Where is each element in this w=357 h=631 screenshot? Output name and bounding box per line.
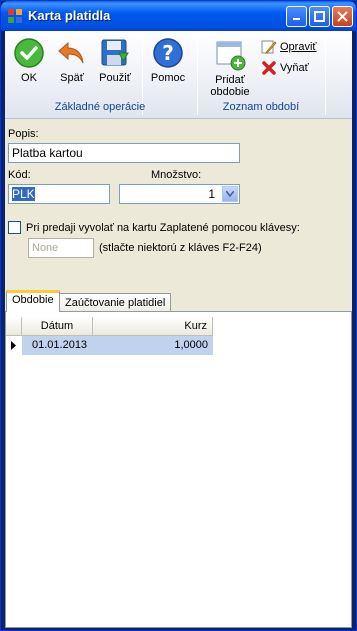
- ok-button[interactable]: OK: [11, 37, 47, 84]
- column-header-kurz[interactable]: Kurz: [93, 317, 213, 336]
- svg-text:?: ?: [162, 41, 174, 65]
- remove-button[interactable]: Vyňať: [261, 60, 309, 76]
- popis-label: Popis:: [8, 128, 39, 140]
- window-content: OK Späť Použiť ? Pomoc Základné operácie…: [5, 31, 352, 628]
- column-header-datum[interactable]: Dátum: [22, 317, 93, 336]
- title-bar[interactable]: Karta platidla: [1, 1, 356, 31]
- period-list-group-label: Zoznam období: [222, 101, 300, 113]
- undo-arrow-icon: [58, 41, 84, 64]
- current-row-arrow-icon: [11, 341, 16, 350]
- remove-label: Vyňať: [280, 62, 309, 74]
- add-period-button[interactable]: Pridať obdobie: [206, 39, 254, 98]
- cell-datum[interactable]: 01.01.2013: [22, 336, 93, 355]
- popis-input[interactable]: Platba kartou: [8, 143, 240, 163]
- back-button[interactable]: Späť: [53, 37, 91, 84]
- save-icon: [101, 39, 129, 66]
- tab-obdobie[interactable]: Obdobie: [6, 290, 60, 312]
- grid-row-header-corner: [6, 317, 22, 336]
- edit-pencil-icon: [261, 40, 277, 54]
- kod-input[interactable]: PLK: [8, 184, 110, 204]
- edit-label: Opraviť: [280, 41, 317, 53]
- help-icon: ?: [153, 38, 183, 68]
- hotkey-checkbox-label: Pri predaji vyvolať na kartu Zaplatené p…: [26, 222, 300, 234]
- hotkey-checkbox[interactable]: [8, 221, 21, 234]
- ribbon-separator: [325, 35, 326, 115]
- edit-button[interactable]: Opraviť: [261, 39, 317, 55]
- add-period-icon: [216, 41, 246, 71]
- maximize-button[interactable]: [309, 6, 330, 27]
- chevron-down-icon: [226, 191, 234, 197]
- kod-value: PLK: [12, 187, 35, 201]
- mnozstvo-label: Množstvo:: [151, 169, 202, 181]
- window-title: Karta platidla: [28, 8, 111, 23]
- remove-x-icon: [262, 61, 276, 75]
- help-button[interactable]: ? Pomoc: [148, 37, 188, 84]
- tab-panel-obdobie: Dátum Kurz 01.01.2013 1,0000: [5, 311, 352, 628]
- row-selector[interactable]: [6, 336, 22, 355]
- app-icon: [8, 9, 22, 23]
- ok-label: OK: [21, 72, 37, 84]
- hotkey-input[interactable]: None: [28, 238, 94, 258]
- close-button[interactable]: [332, 6, 353, 27]
- tab-zauctovanie-platidiel[interactable]: Zaúčtovanie platidiel: [59, 293, 172, 313]
- mnozstvo-select[interactable]: 1: [119, 184, 240, 204]
- checkmark-icon: [14, 38, 44, 68]
- basic-operations-group-label: Základné operácie: [54, 101, 146, 113]
- ribbon-separator: [197, 35, 198, 115]
- help-label: Pomoc: [150, 72, 186, 84]
- hotkey-hint: (stlačte niektorú z kláves F2-F24): [99, 242, 262, 254]
- mnozstvo-value: 1: [208, 187, 215, 201]
- back-label: Späť: [60, 72, 84, 84]
- ribbon-toolbar: OK Späť Použiť ? Pomoc Základné operácie…: [5, 31, 352, 119]
- application-window: Karta platidla OK Späť Použiť ? Pomoc Zá…: [0, 0, 357, 631]
- kod-label: Kód:: [8, 169, 31, 181]
- minimize-button[interactable]: [286, 6, 307, 27]
- cell-kurz[interactable]: 1,0000: [93, 336, 213, 355]
- add-period-label: Pridať obdobie: [210, 74, 250, 98]
- dropdown-button[interactable]: [222, 186, 238, 202]
- apply-button[interactable]: Použiť: [95, 37, 135, 84]
- minimize-icon: [293, 18, 300, 20]
- maximize-icon: [314, 11, 325, 22]
- apply-label: Použiť: [99, 72, 131, 84]
- close-icon: [337, 11, 348, 22]
